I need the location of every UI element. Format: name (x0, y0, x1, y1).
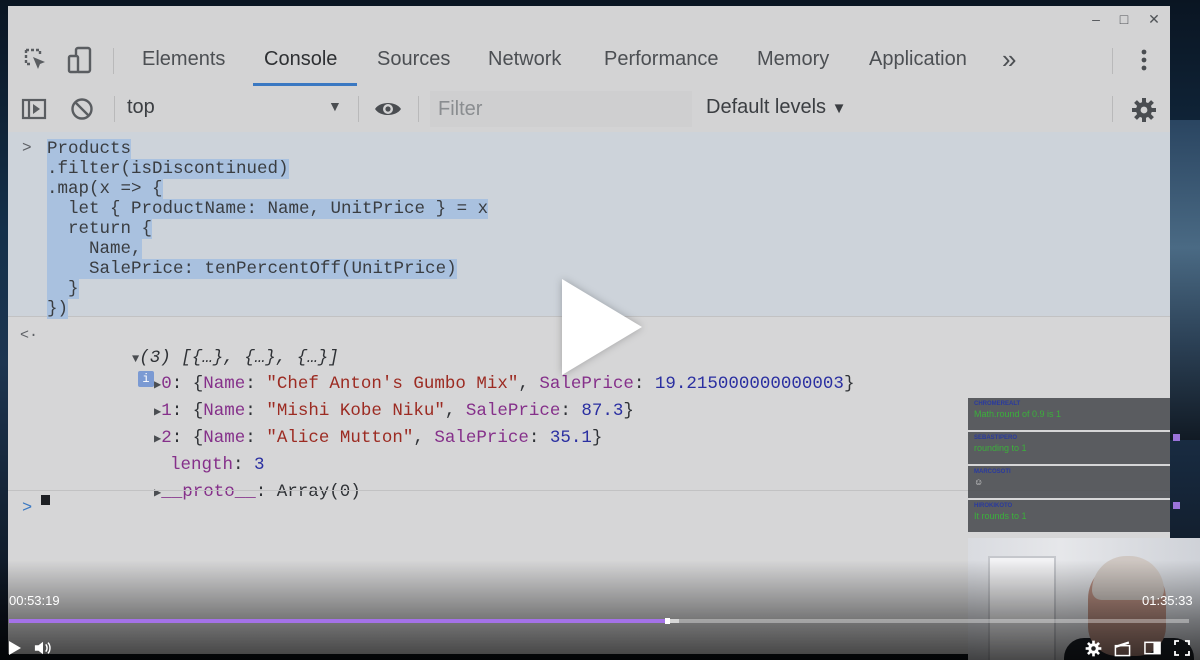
code-line: let { ProductName: Name, UnitPrice } = x (47, 199, 489, 219)
code-line: SalePrice: tenPercentOff(UnitPrice) (47, 259, 457, 279)
devtools-tab-bar: Elements Console Sources Network Perform… (8, 34, 1170, 87)
chat-username: CHROMEREALT (974, 401, 1021, 407)
close-button[interactable]: ✕ (1146, 11, 1162, 27)
toolbar-divider (114, 96, 115, 122)
console-toolbar: top ▼ Default levels ▼ (8, 86, 1170, 133)
chat-message: HIROKIKOTO It rounds to 1 (968, 500, 1180, 532)
maximize-button[interactable]: □ (1116, 11, 1132, 27)
more-tabs-button[interactable]: » (1002, 34, 1016, 84)
code-line: .map(x => { (47, 179, 163, 199)
progress-fill (9, 619, 668, 623)
chevron-down-icon[interactable]: ▼ (328, 98, 342, 114)
tab-performance[interactable]: Performance (604, 34, 719, 84)
tab-console[interactable]: Console (264, 34, 337, 84)
window-titlebar: – □ ✕ (8, 6, 1170, 34)
text-cursor (41, 495, 50, 505)
inspect-element-icon[interactable] (22, 46, 50, 74)
code-line: return { (47, 219, 153, 239)
tab-sources[interactable]: Sources (377, 34, 450, 84)
code-line: .filter(isDiscontinued) (47, 159, 289, 179)
theater-mode-icon[interactable] (1143, 639, 1161, 657)
toolbar-divider (358, 96, 359, 122)
chat-username: HIROKIKOTO (974, 503, 1013, 509)
subscriber-badge-icon (1173, 502, 1180, 509)
live-expression-eye-icon[interactable] (372, 97, 404, 121)
show-sidebar-icon[interactable] (20, 96, 48, 122)
log-levels-label: Default levels (706, 96, 827, 118)
tab-divider (113, 48, 114, 74)
chat-username: MARCOSOTI (974, 469, 1011, 475)
settings-gear-icon[interactable] (1130, 96, 1158, 124)
filter-field[interactable] (430, 91, 692, 127)
tab-elements[interactable]: Elements (142, 34, 225, 84)
tab-application[interactable]: Application (869, 34, 967, 84)
code-line: Products (47, 139, 132, 159)
code-line: }) (47, 299, 69, 319)
context-selector[interactable]: top (127, 96, 155, 119)
chat-text: It rounds to 1 (974, 511, 1027, 521)
chat-message: MARCOSOTI ☺ (968, 466, 1170, 498)
chat-text: ☺ (974, 477, 984, 487)
clear-console-icon[interactable] (68, 96, 96, 122)
play-video-icon[interactable] (562, 279, 642, 375)
progress-handle[interactable] (665, 618, 671, 624)
chat-text: Math.round of 0.9 is 1 (974, 409, 1062, 419)
duration-time: 01:35:33 (1142, 593, 1193, 608)
play-icon[interactable] (6, 639, 24, 657)
prompt-chevron-icon: > (22, 499, 33, 518)
volume-icon[interactable] (34, 639, 52, 657)
filter-input[interactable] (430, 91, 692, 127)
code-line: } (47, 279, 79, 299)
minimize-button[interactable]: – (1088, 11, 1104, 27)
tab-network[interactable]: Network (488, 34, 561, 84)
subscriber-badge-icon (1173, 434, 1180, 441)
code-line: Name, (47, 239, 142, 259)
video-controls-shade (0, 560, 1200, 660)
chat-username: SEBASTIPERO (974, 435, 1018, 441)
current-time: 00:53:19 (9, 593, 60, 608)
chat-text: rounding to 1 (974, 443, 1027, 453)
fullscreen-icon[interactable] (1173, 639, 1191, 657)
more-options-icon[interactable] (1134, 46, 1154, 74)
chat-overlay: CHROMEREALT Math.round of 0.9 is 1 SEBAS… (968, 398, 1180, 534)
result-arrow-icon: <· (20, 327, 39, 344)
chat-message: CHROMEREALT Math.round of 0.9 is 1 (968, 398, 1170, 430)
device-toolbar-icon[interactable] (66, 46, 94, 74)
toolbar-divider (418, 96, 419, 122)
input-prompt-icon: > (22, 139, 32, 157)
progress-bar[interactable] (9, 618, 1189, 624)
settings-icon[interactable] (1084, 639, 1102, 657)
chevron-down-icon: ▼ (831, 100, 847, 117)
log-levels-dropdown[interactable]: Default levels ▼ (706, 96, 846, 119)
tab-memory[interactable]: Memory (757, 34, 829, 84)
chat-message: SEBASTIPERO rounding to 1 (968, 432, 1180, 464)
toolbar-divider (1112, 96, 1113, 122)
clip-icon[interactable] (1113, 639, 1131, 657)
tab-divider (1112, 48, 1113, 74)
